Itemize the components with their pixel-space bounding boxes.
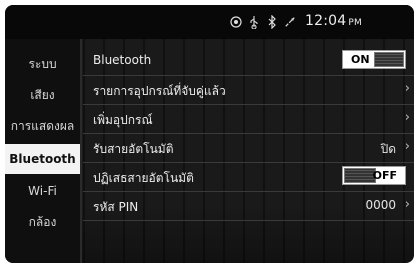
- row-label: รายการอุปกรณ์ที่จับคู่แล้ว: [93, 84, 226, 98]
- chevron-right-icon: ›: [404, 197, 410, 212]
- sidebar-item-bluetooth[interactable]: Bluetooth: [5, 144, 80, 174]
- sidebar-item-label: ระบบ: [28, 56, 57, 71]
- toggle-knob: [344, 168, 376, 183]
- sidebar-item-wifi[interactable]: Wi-Fi: [5, 176, 80, 206]
- sidebar-item-label: การแสดงผล: [10, 118, 75, 133]
- toggle-knob: [374, 52, 404, 67]
- sidebar-item-display[interactable]: การแสดงผล: [5, 111, 80, 141]
- sidebar-item-label: Bluetooth: [9, 152, 76, 166]
- sidebar-item-camera[interactable]: กล้อง: [5, 207, 80, 237]
- chevron-right-icon: ›: [404, 139, 410, 154]
- usb-icon: [248, 15, 260, 29]
- chevron-right-icon: ›: [404, 81, 410, 96]
- auto-reject-row[interactable]: ปฏิเสธสายอัตโนมัติ OFF: [83, 163, 414, 192]
- auto-reject-toggle[interactable]: OFF: [342, 166, 406, 185]
- sidebar-item-label: Wi-Fi: [28, 184, 57, 198]
- sidebar: ระบบ เสียง การแสดงผล Bluetooth Wi-Fi กล้…: [5, 39, 80, 263]
- sidebar-item-label: กล้อง: [28, 214, 57, 229]
- chevron-right-icon: ›: [404, 110, 410, 125]
- sidebar-item-system[interactable]: ระบบ: [5, 49, 80, 79]
- toggle-label: ON: [351, 53, 370, 66]
- sidebar-item-sound[interactable]: เสียง: [5, 80, 80, 110]
- row-label: เพิ่มอุปกรณ์: [93, 113, 153, 127]
- row-label: รหัส PIN: [93, 200, 139, 214]
- screen-frame: 12:04 PM ระบบ เสียง การแสดงผล Bluetooth W…: [5, 5, 414, 263]
- status-icons: [230, 14, 296, 30]
- bluetooth-row[interactable]: Bluetooth ON: [83, 47, 414, 76]
- paired-devices-row[interactable]: รายการอุปกรณ์ที่จับคู่แล้ว ›: [83, 76, 414, 105]
- bluetooth-icon: [266, 15, 278, 29]
- toggle-label: OFF: [372, 169, 397, 182]
- row-label: Bluetooth: [93, 53, 152, 67]
- row-label: ปฏิเสธสายอัตโนมัติ: [93, 171, 194, 185]
- pin-code-row[interactable]: รหัส PIN 0000 ›: [83, 192, 414, 221]
- add-device-row[interactable]: เพิ่มอุปกรณ์ ›: [83, 105, 414, 134]
- row-label: รับสายอัตโนมัติ: [93, 142, 174, 156]
- sidebar-item-label: เสียง: [30, 87, 55, 102]
- record-icon: [230, 15, 242, 29]
- row-value: 0000: [365, 198, 396, 212]
- phone-signal-icon: [284, 15, 296, 29]
- sidebar-divider: [80, 39, 82, 263]
- auto-answer-row[interactable]: รับสายอัตโนมัติ ปิด ›: [83, 134, 414, 163]
- bluetooth-toggle[interactable]: ON: [342, 50, 406, 69]
- row-value: ปิด: [380, 142, 396, 156]
- settings-list: Bluetooth ON รายการอุปกรณ์ที่จับคู่แล้ว …: [83, 39, 414, 263]
- clock: 12:04 PM: [305, 13, 362, 29]
- status-bar: 12:04 PM: [5, 5, 414, 39]
- clock-time: 12:04: [305, 13, 347, 29]
- clock-ampm: PM: [348, 18, 362, 28]
